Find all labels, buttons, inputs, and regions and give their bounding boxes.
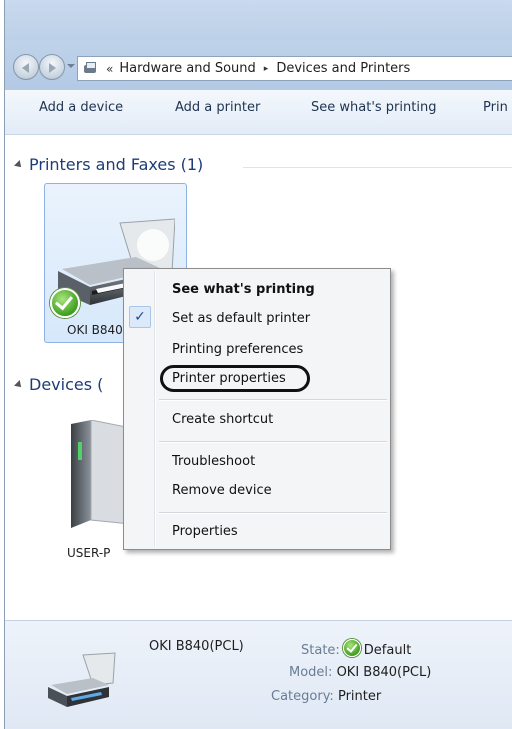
- printer-context-menu: See what's printing ✓ Set as default pri…: [123, 268, 391, 550]
- default-printer-check-icon: [50, 288, 80, 318]
- printer-thumbnail-icon: [48, 652, 116, 707]
- model-label: Model:: [289, 665, 333, 680]
- group-divider: [243, 167, 512, 168]
- computer-name-label: USER-P: [67, 546, 111, 560]
- details-device-name: OKI B840(PCL): [149, 639, 244, 654]
- add-printer-button[interactable]: Add a printer: [175, 100, 260, 115]
- menu-item-set-as-default-printer[interactable]: Set as default printer: [172, 311, 310, 326]
- model-value: OKI B840(PCL): [336, 665, 432, 680]
- menu-item-properties[interactable]: Properties: [172, 524, 238, 539]
- devices-and-printers-icon: [82, 61, 100, 77]
- group-header-devices[interactable]: Devices (: [14, 375, 104, 394]
- back-button[interactable]: [13, 54, 39, 80]
- collapse-arrow-icon[interactable]: [14, 159, 24, 170]
- navigation-bar: « Hardware and Sound ▸ Devices and Print…: [5, 40, 512, 90]
- breadcrumb-separator-icon[interactable]: ▸: [264, 64, 269, 74]
- address-bar[interactable]: « Hardware and Sound ▸ Devices and Print…: [77, 56, 512, 81]
- print-server-properties-button[interactable]: Prin: [483, 100, 508, 115]
- category-value: Printer: [337, 689, 382, 704]
- printer-name-label: OKI B840: [67, 323, 123, 337]
- address-overflow-chevron[interactable]: «: [106, 62, 113, 76]
- title-bar: [5, 0, 512, 40]
- see-whats-printing-button[interactable]: See what's printing: [311, 100, 436, 115]
- menu-separator: [159, 441, 387, 443]
- command-bar: Add a device Add a printer See what's pr…: [5, 90, 512, 135]
- status-ok-icon: [342, 639, 361, 657]
- menu-item-troubleshoot[interactable]: Troubleshoot: [172, 454, 255, 469]
- details-category: Category: Printer: [271, 689, 381, 704]
- state-value: Default: [363, 643, 412, 658]
- group-title-printers: Printers and Faxes (1): [29, 155, 204, 174]
- details-state: State: Default: [301, 639, 411, 658]
- breadcrumb-devices-and-printers[interactable]: Devices and Printers: [276, 61, 410, 76]
- category-label: Category:: [271, 689, 334, 704]
- menu-separator: [159, 399, 387, 401]
- menu-separator: [159, 512, 387, 514]
- breadcrumb-hardware-and-sound[interactable]: Hardware and Sound: [119, 61, 255, 76]
- collapse-arrow-icon[interactable]: [14, 379, 24, 390]
- menu-item-remove-device[interactable]: Remove device: [172, 483, 272, 498]
- checkmark-icon: ✓: [129, 306, 151, 328]
- forward-button[interactable]: [39, 54, 65, 80]
- recent-pages-dropdown-icon[interactable]: [67, 64, 75, 68]
- menu-item-printing-preferences[interactable]: Printing preferences: [172, 342, 303, 357]
- details-pane: OKI B840(PCL) State: Default Model: OKI B…: [5, 620, 512, 729]
- group-header-printers-and-faxes[interactable]: Printers and Faxes (1): [14, 155, 204, 174]
- group-title-devices: Devices (: [29, 375, 104, 394]
- highlight-annotation-oval: [160, 365, 310, 392]
- state-label: State:: [301, 643, 340, 658]
- menu-icon-gutter: [154, 271, 156, 547]
- menu-item-create-shortcut[interactable]: Create shortcut: [172, 412, 273, 427]
- menu-item-see-whats-printing[interactable]: See what's printing: [172, 282, 315, 297]
- details-model: Model: OKI B840(PCL): [289, 665, 431, 680]
- add-device-button[interactable]: Add a device: [39, 100, 123, 115]
